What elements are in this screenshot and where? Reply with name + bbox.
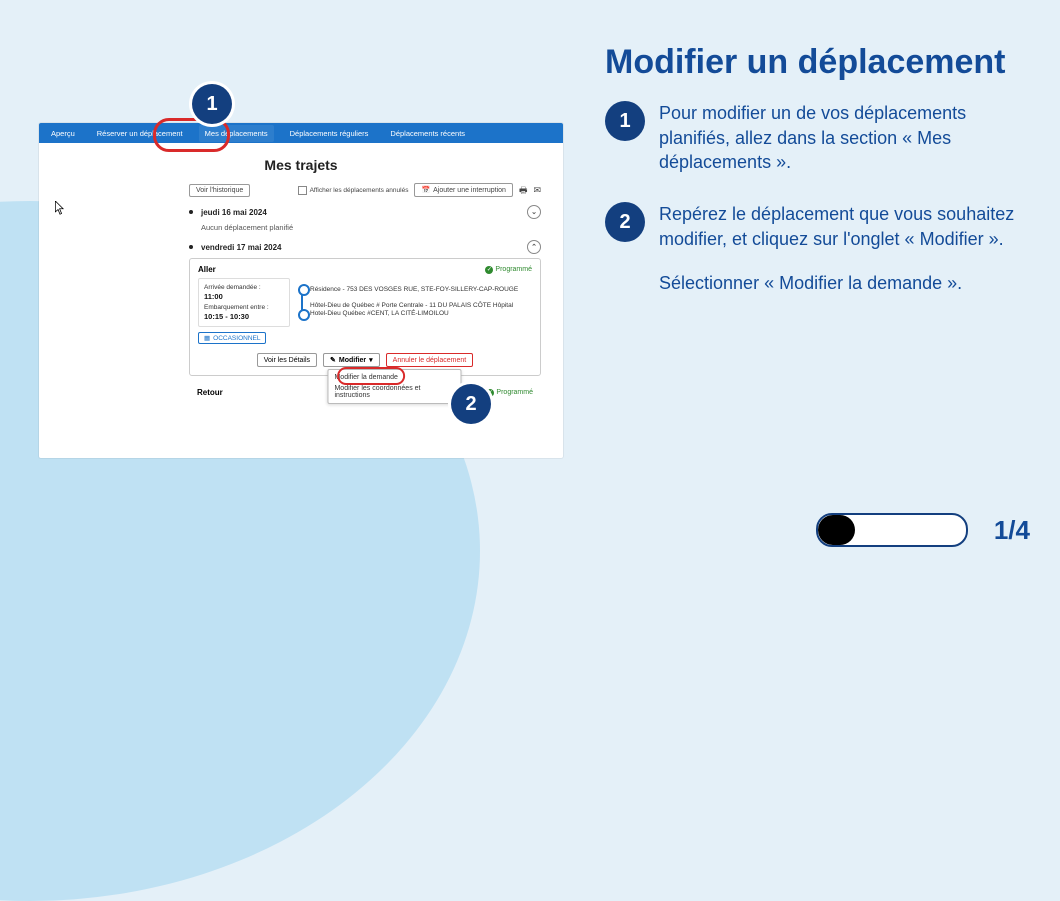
calendar-icon: 📅: [421, 186, 430, 194]
cancel-trip-button[interactable]: Annuler le déplacement: [386, 353, 474, 367]
add-interruption-button[interactable]: 📅Ajouter une interruption: [414, 183, 513, 197]
nav-item-apercu[interactable]: Aperçu: [45, 125, 81, 142]
nav-item-mes-deplacements[interactable]: Mes déplacements: [199, 125, 274, 142]
show-cancelled-label: Afficher les déplacements annulés: [310, 187, 409, 194]
step-extra-text: Sélectionner « Modifier la demande ».: [659, 271, 1025, 295]
step-text: Repérez le déplacement que vous souhaite…: [659, 202, 1025, 295]
route-dot-end: [298, 309, 310, 321]
step-text: Pour modifier un de vos déplacements pla…: [659, 101, 1025, 174]
step-1: 1 Pour modifier un de vos déplacements p…: [605, 101, 1025, 174]
status-badge: ✓Programmé: [485, 266, 532, 274]
print-icon[interactable]: 🖶: [519, 186, 528, 195]
day-header-2[interactable]: vendredi 17 mai 2024 ⌃: [189, 240, 541, 254]
trip-route: Résidence - 753 DES VOSGES RUE, STE-FOY-…: [298, 278, 532, 327]
modify-button[interactable]: ✎Modifier ▾: [323, 353, 380, 367]
trip-tag: ▦OCCASIONNEL: [198, 332, 266, 344]
trip-times: Arrivée demandée : 11:00 Embarquement en…: [198, 278, 290, 327]
bullet-icon: [189, 210, 193, 214]
calendar-icon: ▦: [204, 334, 210, 342]
annotation-badge-1: 1: [192, 84, 232, 124]
mail-icon[interactable]: ✉: [533, 186, 541, 195]
instructions-panel: Modifier un déplacement 1 Pour modifier …: [605, 44, 1025, 323]
nav-item-recents[interactable]: Déplacements récents: [384, 125, 471, 142]
nav-item-reguliers[interactable]: Déplacements réguliers: [284, 125, 375, 142]
details-button[interactable]: Voir les Détails: [257, 353, 317, 367]
pencil-icon: ✎: [330, 356, 336, 364]
status-badge: ✓Programmé: [486, 389, 533, 397]
chevron-up-icon[interactable]: ⌃: [527, 240, 541, 254]
day-label: vendredi 17 mai 2024: [201, 243, 282, 252]
chevron-down-icon[interactable]: ⌄: [527, 205, 541, 219]
trip-card: Aller ✓Programmé Arrivée demandée : 11:0…: [189, 258, 541, 376]
return-label: Retour: [197, 388, 223, 397]
route-dot-start: [298, 284, 310, 296]
bullet-icon: [189, 245, 193, 249]
annotation-badge-2: 2: [451, 384, 491, 424]
modify-dropdown: Modifier la demande Modifier les coordon…: [327, 369, 461, 404]
day-label: jeudi 16 mai 2024: [201, 208, 267, 217]
dropdown-item-modify-request[interactable]: Modifier la demande: [328, 372, 460, 383]
page-title: Mes trajets: [39, 157, 563, 173]
dropdown-item-modify-coords[interactable]: Modifier les coordonnées et instructions: [328, 383, 460, 401]
day-header-1[interactable]: jeudi 16 mai 2024 ⌄: [189, 205, 541, 219]
step-number: 2: [605, 202, 645, 242]
history-button[interactable]: Voir l'historique: [189, 184, 250, 197]
pager: 1/4: [816, 513, 1030, 547]
cursor-icon: [55, 201, 65, 215]
slide-title: Modifier un déplacement: [605, 44, 1025, 81]
check-icon: ✓: [485, 266, 493, 274]
progress-pill[interactable]: [816, 513, 968, 547]
stop-origin: Résidence - 753 DES VOSGES RUE, STE-FOY-…: [310, 286, 532, 294]
progress-fill: [818, 515, 855, 545]
step-number: 1: [605, 101, 645, 141]
no-trip-text: Aucun déplacement planifié: [201, 223, 541, 232]
caret-down-icon: ▾: [369, 356, 373, 364]
show-cancelled-checkbox[interactable]: Afficher les déplacements annulés: [298, 186, 409, 195]
nav-item-reserver[interactable]: Réserver un déplacement: [91, 125, 189, 142]
trip-actions: Voir les Détails ✎Modifier ▾ Annuler le …: [198, 353, 532, 367]
page-number: 1/4: [994, 515, 1030, 546]
step-2: 2 Repérez le déplacement que vous souhai…: [605, 202, 1025, 295]
trip-direction: Aller: [198, 265, 216, 274]
stop-destination: Hôtel-Dieu de Québec # Porte Centrale - …: [310, 302, 532, 318]
top-nav: Aperçu Réserver un déplacement Mes dépla…: [39, 123, 563, 143]
